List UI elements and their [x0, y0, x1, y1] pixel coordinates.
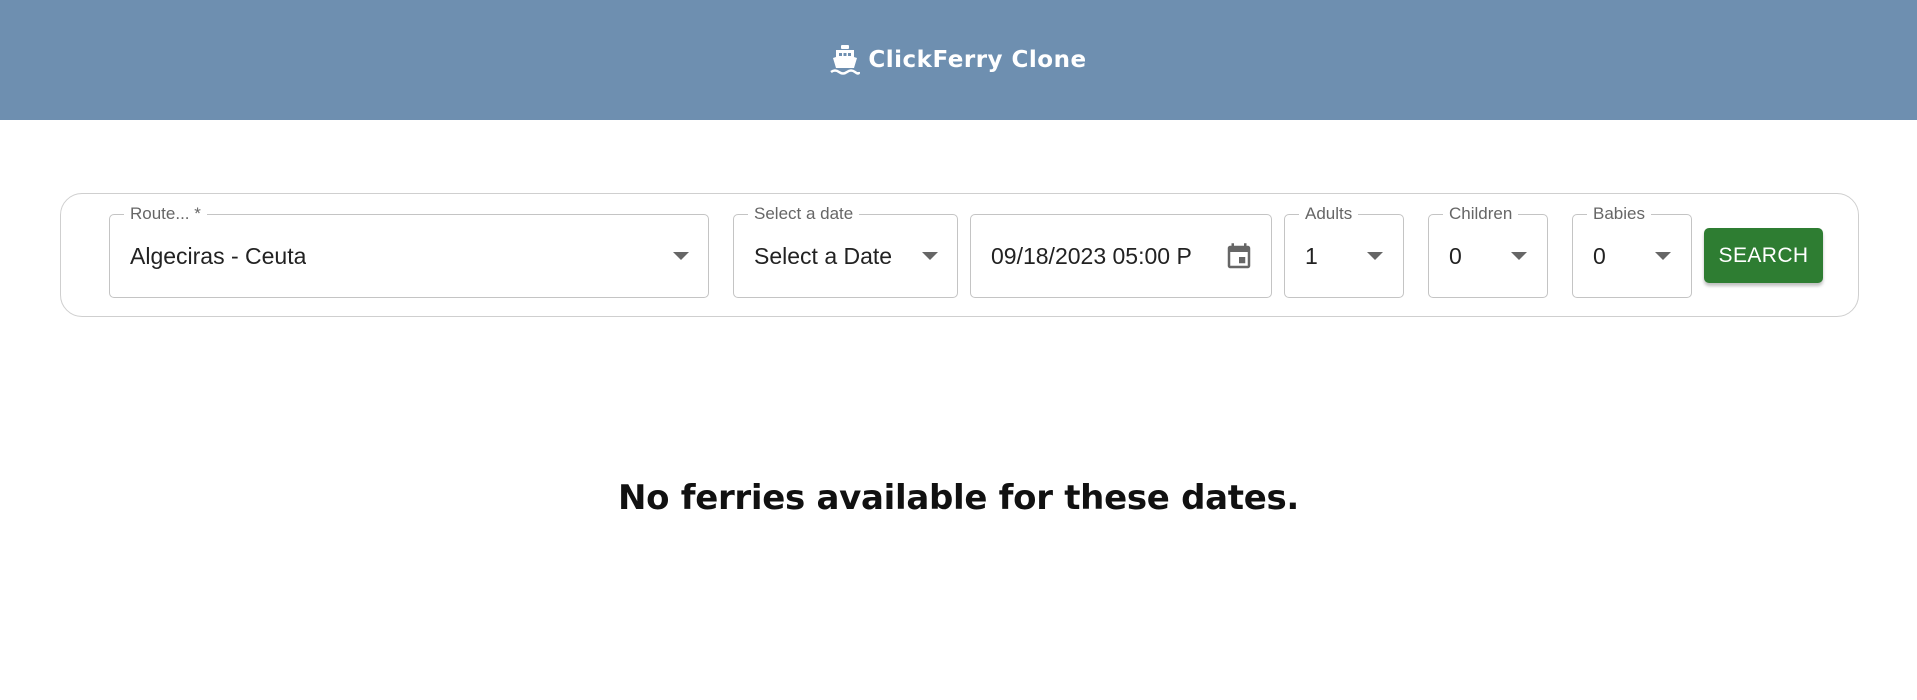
- search-button[interactable]: SEARCH: [1704, 228, 1823, 283]
- children-value: 0: [1449, 243, 1462, 269]
- datetime-input[interactable]: 09/18/2023 05:00 P: [970, 214, 1272, 298]
- brand[interactable]: ClickFerry Clone: [830, 44, 1086, 76]
- route-select[interactable]: Route... * Algeciras - Ceuta: [109, 203, 709, 298]
- babies-value: 0: [1593, 243, 1606, 269]
- ferry-icon: [830, 44, 861, 76]
- chevron-down-icon: [1655, 252, 1671, 260]
- chevron-down-icon: [1511, 252, 1527, 260]
- babies-select[interactable]: Babies 0: [1572, 203, 1692, 298]
- date-select-value: Select a Date: [754, 243, 893, 269]
- brand-title: ClickFerry Clone: [868, 47, 1087, 73]
- chevron-down-icon: [673, 252, 689, 260]
- date-select[interactable]: Select a date Select a Date: [733, 203, 958, 298]
- calendar-icon[interactable]: [1224, 241, 1254, 278]
- route-value: Algeciras - Ceuta: [130, 243, 307, 269]
- adults-select[interactable]: Adults 1: [1284, 203, 1404, 298]
- empty-results-message: No ferries available for these dates.: [617, 478, 1300, 518]
- adults-value: 1: [1305, 243, 1318, 269]
- datetime-value: 09/18/2023 05:00 P: [991, 243, 1192, 269]
- children-select[interactable]: Children 0: [1428, 203, 1548, 298]
- chevron-down-icon: [922, 252, 938, 260]
- chevron-down-icon: [1367, 252, 1383, 260]
- app-header: ClickFerry Clone: [0, 0, 1917, 120]
